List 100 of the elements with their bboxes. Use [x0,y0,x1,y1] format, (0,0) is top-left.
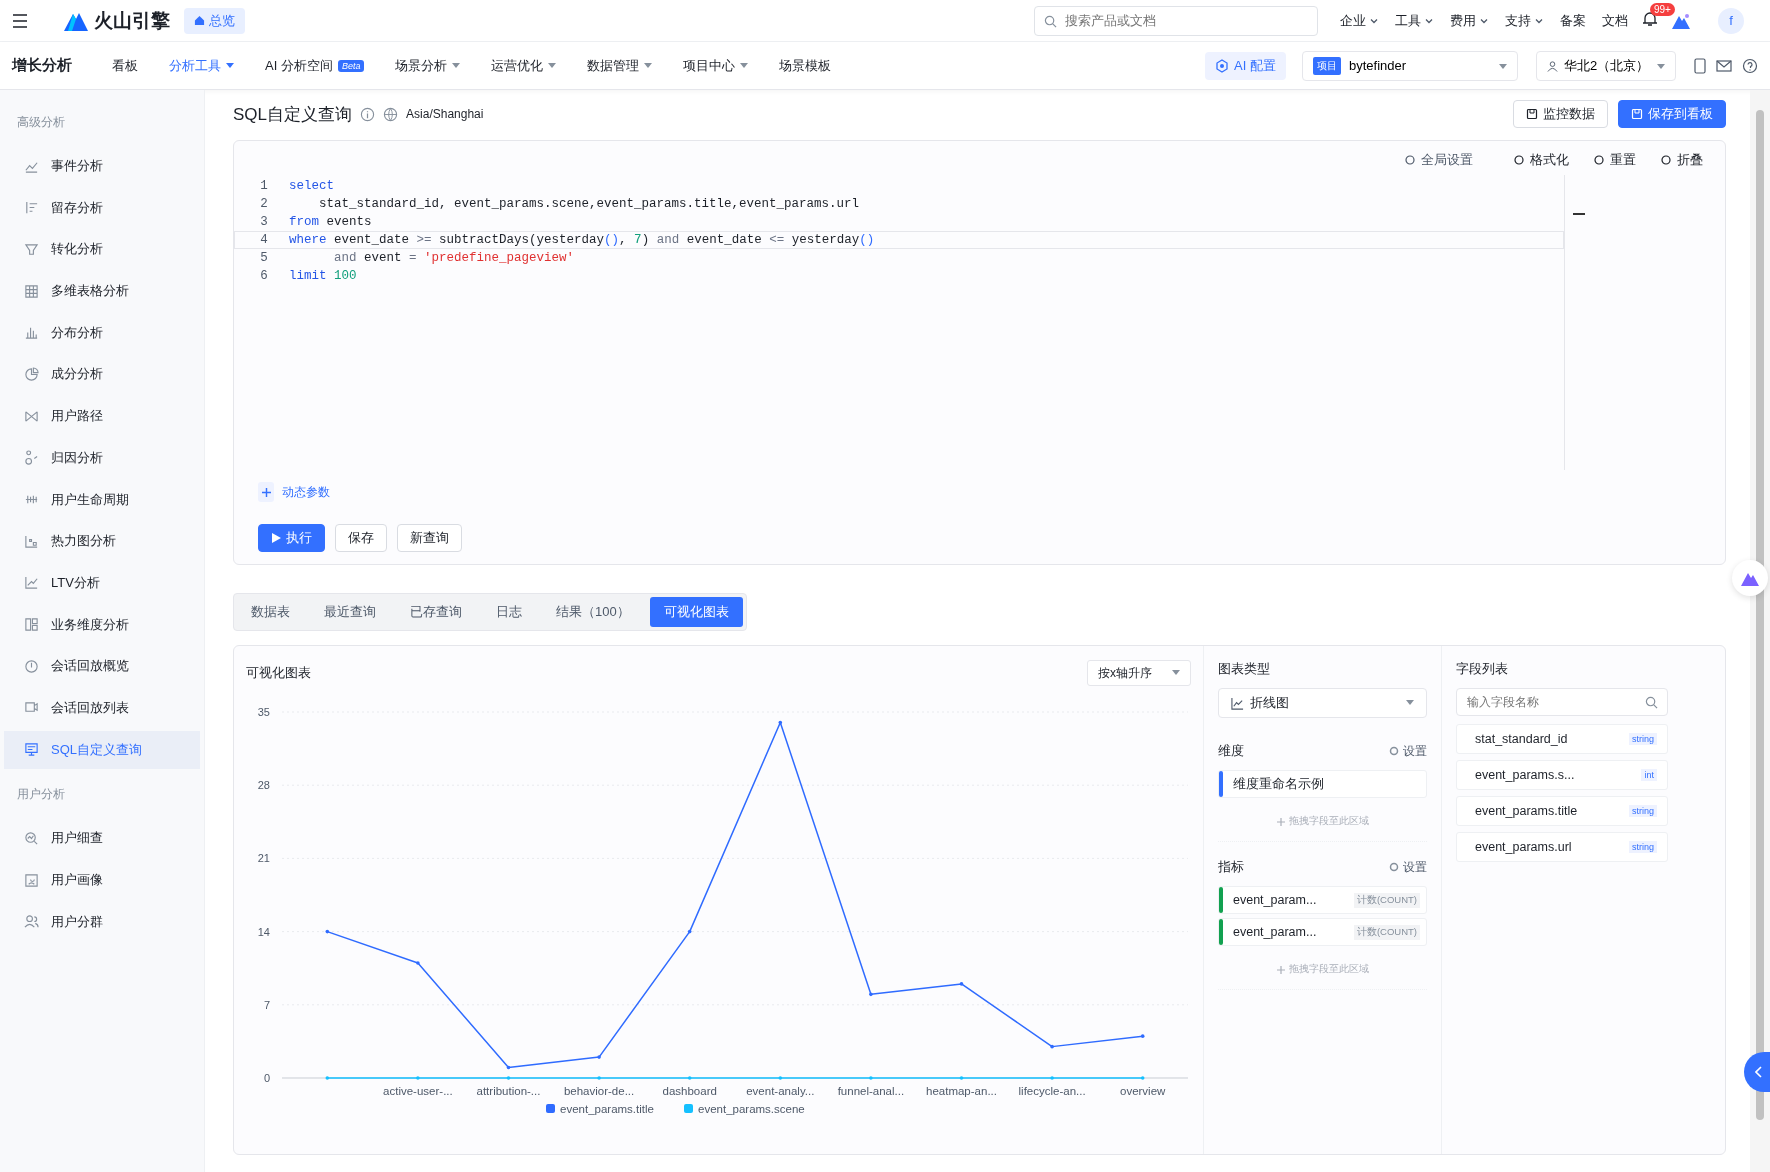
mail-icon[interactable] [1716,57,1732,74]
nav-tab[interactable]: 场景分析 [395,56,461,75]
editor-tool-button[interactable]: 格式化 [1513,151,1569,169]
save-icon [1526,108,1538,120]
sidebar-item[interactable]: 热力图分析 [4,522,200,561]
sidebar-item[interactable]: 用户生命周期 [4,480,200,519]
sidebar-item[interactable]: 归因分析 [4,438,200,477]
code-line: 5 and event = 'predefine_pageview' [259,250,576,267]
settings-icon [1389,862,1399,872]
legend-label[interactable]: event_params.scene [698,1103,805,1115]
top-menu-item[interactable]: 文档 [1602,11,1628,30]
sidebar-item[interactable]: 多维表格分析 [4,272,200,311]
top-menu-item[interactable]: 支持 [1505,11,1544,30]
code-line: 1 select [259,178,335,195]
add-param-button[interactable] [258,482,274,502]
sidebar-item[interactable]: 转化分析 [4,230,200,269]
sidebar-item[interactable]: 用户路径 [4,397,200,436]
phone-icon[interactable] [1694,57,1706,74]
header-button[interactable]: 监控数据 [1513,100,1608,128]
menu-item-icon [24,575,39,591]
nav-tab[interactable]: 项目中心 [683,56,749,75]
data-point [1140,1034,1145,1038]
result-tab[interactable]: 已存查询 [396,597,476,627]
result-tab[interactable]: 结果（100） [542,597,644,627]
result-tab[interactable]: 日志 [482,597,536,627]
brand-name: 火山引擎 [94,8,170,33]
ai-assistant-button[interactable] [1732,560,1768,596]
result-tab[interactable]: 最近查询 [310,597,390,627]
top-menu-item[interactable]: 工具 [1395,11,1434,30]
editor-tool-button[interactable]: 折叠 [1660,151,1703,169]
dynamic-params-link[interactable]: 动态参数 [282,483,330,501]
circle-icon [1513,154,1525,166]
bell-icon[interactable] [1642,11,1658,27]
user-avatar[interactable]: f [1718,7,1744,34]
axis-tick-label: heatmap-an... [926,1085,997,1097]
sidebar-item[interactable]: SQL自定义查询 [4,730,200,769]
sort-select[interactable]: 按x轴升序 [1087,660,1191,686]
home-button[interactable]: 总览 [184,7,245,34]
menu-item-icon [24,830,39,846]
settings-button[interactable]: 设置 [1389,858,1427,876]
menu-icon[interactable] [12,13,28,28]
sidebar-item[interactable]: 分布分析 [4,313,200,352]
sidebar-item[interactable]: 业务维度分析 [4,605,200,644]
result-tab[interactable]: 可视化图表 [649,597,743,627]
sidebar-item[interactable]: 事件分析 [4,147,200,185]
nav-tab[interactable]: AI 分析空间 Beta [265,56,365,75]
editor-tool-button[interactable]: 全局设置 [1404,151,1473,169]
top-menu-item[interactable]: 备案 [1560,11,1586,30]
field-item[interactable]: event_params.title string [1456,796,1668,826]
section-title: 维度 [1218,742,1244,760]
result-tab[interactable]: 数据表 [237,597,304,627]
sidebar-item[interactable]: 成分分析 [4,355,200,394]
nav-tab[interactable]: 数据管理 [587,56,653,75]
sidebar-item[interactable]: 用户细查 [4,819,200,858]
code-line: 3 from events [259,214,373,231]
scrollbar-thumb[interactable] [1756,110,1764,1120]
field-item[interactable]: stat_standard_id string [1456,724,1668,754]
field-chip[interactable]: 维度重命名示例 [1218,770,1427,798]
header-button[interactable]: 保存到看板 [1618,100,1726,128]
sidebar-group-title: 用户分析 [16,785,66,803]
mountain-icon[interactable] [1672,12,1690,29]
chart-type-select[interactable]: 折线图 [1218,688,1427,718]
search-field[interactable]: 搜索产品或文档 [1034,5,1318,36]
top-menu-item[interactable]: 费用 [1450,11,1489,30]
ai-config-button[interactable]: AI 配置 [1205,51,1286,80]
editor-action-button[interactable]: 新查询 [397,524,462,552]
field-chip[interactable]: event_param... 计数(COUNT) [1218,918,1427,946]
editor-tool-button[interactable]: 重置 [1593,151,1636,169]
settings-button[interactable]: 设置 [1389,742,1427,760]
sidebar-item[interactable]: 会话回放概览 [4,647,200,686]
field-chip[interactable]: event_param... 计数(COUNT) [1218,886,1427,914]
field-item[interactable]: event_params.url string [1456,832,1668,862]
menu-item-icon [24,533,39,549]
page-title: SQL自定义查询 [233,103,353,126]
home-icon [194,15,205,26]
field-search[interactable]: 输入字段名称 [1456,688,1668,716]
sidebar-item[interactable]: LTV分析 [4,563,200,602]
nav-tab[interactable]: 场景模板 [779,56,832,75]
nav-tab[interactable]: 看板 [112,56,138,75]
sidebar-item[interactable]: 用户分群 [4,902,200,941]
data-point [1140,1076,1145,1080]
collapse-button[interactable] [1744,1052,1770,1092]
legend-label[interactable]: event_params.title [560,1103,654,1115]
top-menu-item[interactable]: 企业 [1340,11,1379,30]
help-icon[interactable] [1742,57,1758,74]
region-select[interactable]: 华北2（北京） [1536,50,1676,81]
sidebar-item[interactable]: 留存分析 [4,188,200,227]
app-title: 增长分析 [12,56,72,75]
info-icon[interactable] [360,106,376,122]
menu-item-icon [24,742,39,758]
editor-action-button[interactable]: 保存 [335,524,387,552]
sidebar-item[interactable]: 用户画像 [4,861,200,899]
field-item[interactable]: event_params.s... int [1456,760,1668,790]
project-select[interactable]: 项目 bytefinder [1302,50,1518,81]
line-chart-icon [1231,696,1244,710]
nav-tab[interactable]: 运营优化 [491,56,557,75]
sidebar-item[interactable]: 会话回放列表 [4,688,200,727]
nav-tab[interactable]: 分析工具 [169,56,234,75]
axis-tick-label: behavior-de... [563,1085,635,1097]
editor-action-button[interactable]: 执行 [258,524,325,552]
